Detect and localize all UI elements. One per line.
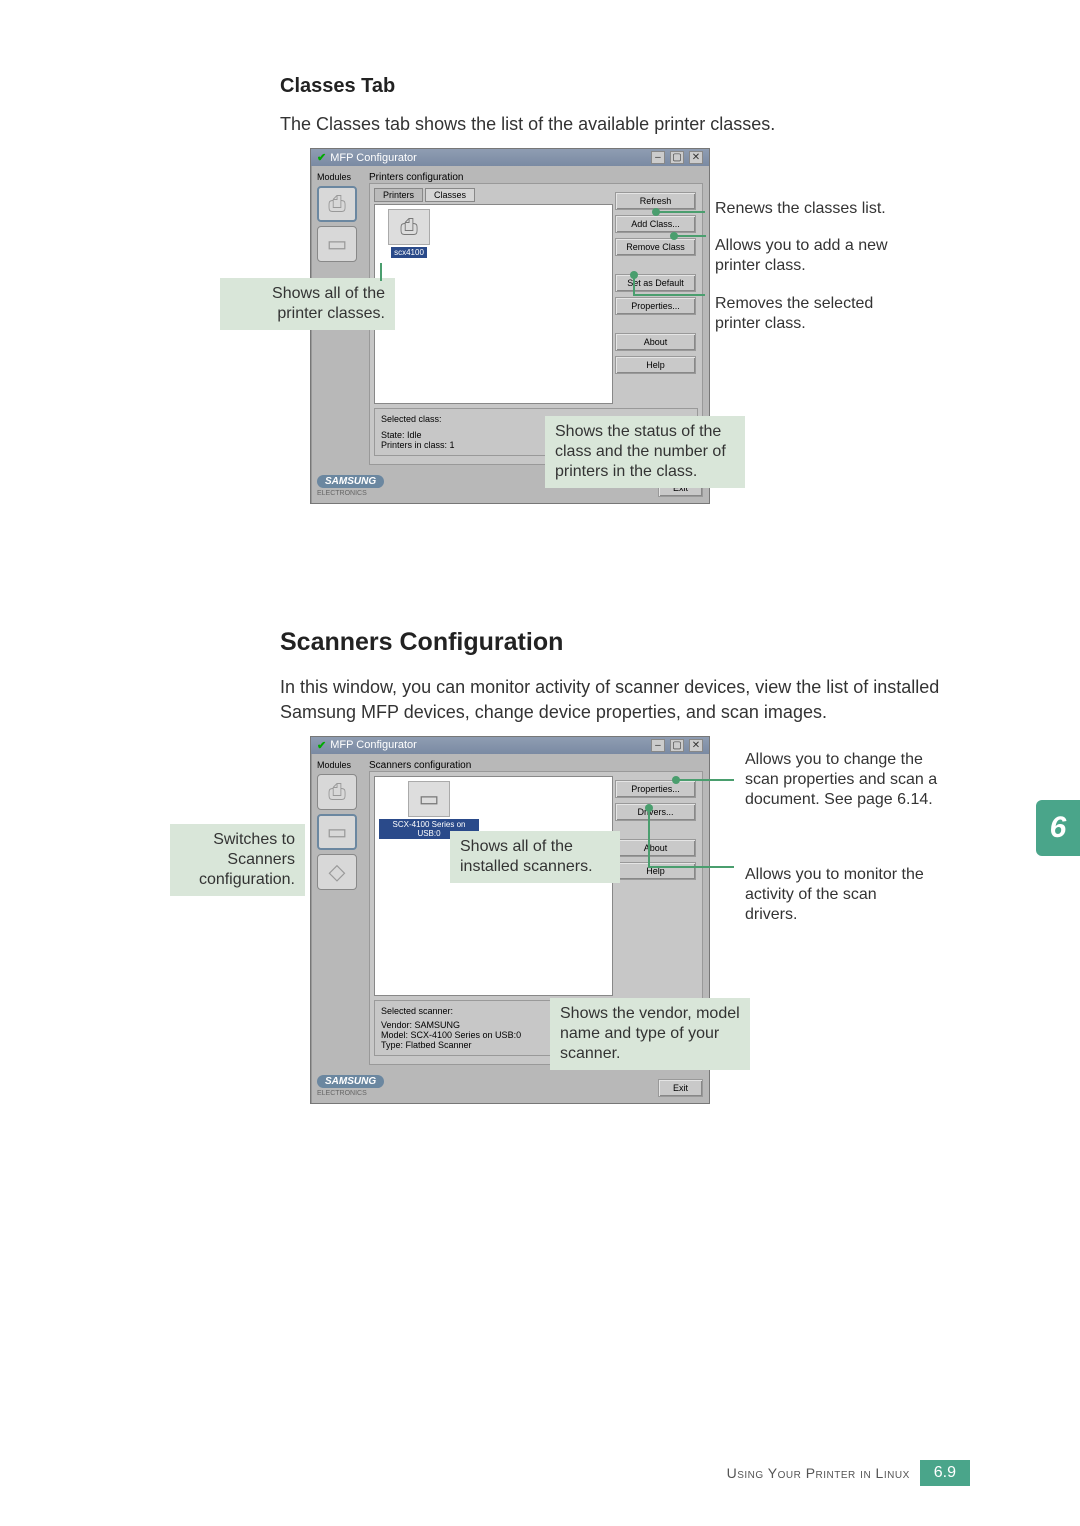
set-default-button[interactable]: Set as Default — [615, 274, 696, 292]
modules-label: Modules — [317, 172, 363, 182]
chapter-tab: 6 — [1036, 800, 1080, 856]
window-titlebar: ✔ MFP Configurator – ▢ ✕ — [311, 149, 709, 166]
window-title: MFP Configurator — [330, 152, 417, 164]
window-check-icon: ✔ — [317, 151, 326, 164]
class-item-label: scx4100 — [391, 247, 427, 258]
window-check-icon-2: ✔ — [317, 739, 326, 752]
minimize-icon-2[interactable]: – — [651, 739, 665, 752]
classes-screenshot: ✔ MFP Configurator – ▢ ✕ Modules ⎙ ▭ Pri… — [300, 148, 970, 568]
scanners-config-heading: Scanners Configuration — [280, 628, 970, 657]
class-item[interactable]: ⎙ scx4100 — [379, 209, 439, 258]
modules-label-2: Modules — [317, 760, 363, 770]
footer-page: 6.9 — [920, 1460, 970, 1486]
callout-classes-list: Shows all of the printer classes. — [220, 278, 395, 330]
help-button[interactable]: Help — [615, 356, 696, 374]
callout-scan-properties: Allows you to change the scan properties… — [735, 744, 955, 816]
tab-printers[interactable]: Printers — [374, 188, 423, 202]
callout-remove: Removes the selected printer class. — [705, 288, 905, 340]
callout-scan-drivers: Allows you to monitor the activity of th… — [735, 859, 935, 931]
module-printers-icon-2[interactable]: ⎙ — [317, 774, 357, 810]
close-icon-2[interactable]: ✕ — [689, 739, 703, 752]
remove-class-button[interactable]: Remove Class — [615, 238, 696, 256]
classes-tab-intro: The Classes tab shows the list of the av… — [280, 112, 970, 136]
module-scanners-icon[interactable]: ▭ — [317, 226, 357, 262]
classes-tab-heading: Classes Tab — [280, 75, 970, 98]
brand-sub-2: ELECTRONICS — [317, 1090, 384, 1097]
scanner-help-button[interactable]: Help — [615, 862, 696, 880]
minimize-icon[interactable]: – — [651, 151, 665, 164]
callout-status: Shows the status of the class and the nu… — [545, 416, 745, 488]
window-titlebar-2: ✔ MFP Configurator – ▢ ✕ — [311, 737, 709, 754]
module-scanners-icon-2[interactable]: ▭ — [317, 814, 357, 850]
callout-refresh: Renews the classes list. — [705, 193, 925, 225]
group-title-2: Scanners configuration — [369, 760, 703, 771]
callout-scanner-vendor: Shows the vendor, model name and type of… — [550, 998, 750, 1070]
module-ports-icon[interactable]: ◇ — [317, 854, 357, 890]
close-icon[interactable]: ✕ — [689, 151, 703, 164]
scanner-icon: ▭ — [408, 781, 450, 817]
callout-installed-scanners: Shows all of the installed scanners. — [450, 831, 620, 883]
maximize-icon[interactable]: ▢ — [670, 151, 684, 164]
properties-button[interactable]: Properties... — [615, 297, 696, 315]
scanner-properties-button[interactable]: Properties... — [615, 780, 696, 798]
scanners-config-intro: In this window, you can monitor activity… — [280, 675, 970, 724]
exit-button-2[interactable]: Exit — [658, 1079, 703, 1097]
printer-class-icon: ⎙ — [388, 209, 430, 245]
callout-switch-scanners: Switches to Scanners configuration. — [170, 824, 305, 896]
scanners-screenshot: ✔ MFP Configurator – ▢ ✕ Modules ⎙ ▭ ◇ S… — [300, 736, 970, 1156]
add-class-button[interactable]: Add Class... — [615, 215, 696, 233]
group-title: Printers configuration — [369, 172, 703, 183]
about-button[interactable]: About — [615, 333, 696, 351]
tab-classes[interactable]: Classes — [425, 188, 475, 202]
page-footer: Using Your Printer in Linux 6.9 — [727, 1460, 970, 1486]
brand-sub: ELECTRONICS — [317, 490, 384, 497]
module-printers-icon[interactable]: ⎙ — [317, 186, 357, 222]
scanner-about-button[interactable]: About — [615, 839, 696, 857]
brand-logo-2: SAMSUNG — [317, 1075, 384, 1088]
callout-add: Allows you to add a new printer class. — [705, 230, 925, 282]
maximize-icon-2[interactable]: ▢ — [670, 739, 684, 752]
brand-logo: SAMSUNG — [317, 475, 384, 488]
footer-text: Using Your Printer in Linux — [727, 1465, 910, 1481]
scanner-drivers-button[interactable]: Drivers... — [615, 803, 696, 821]
window-title-2: MFP Configurator — [330, 739, 417, 751]
